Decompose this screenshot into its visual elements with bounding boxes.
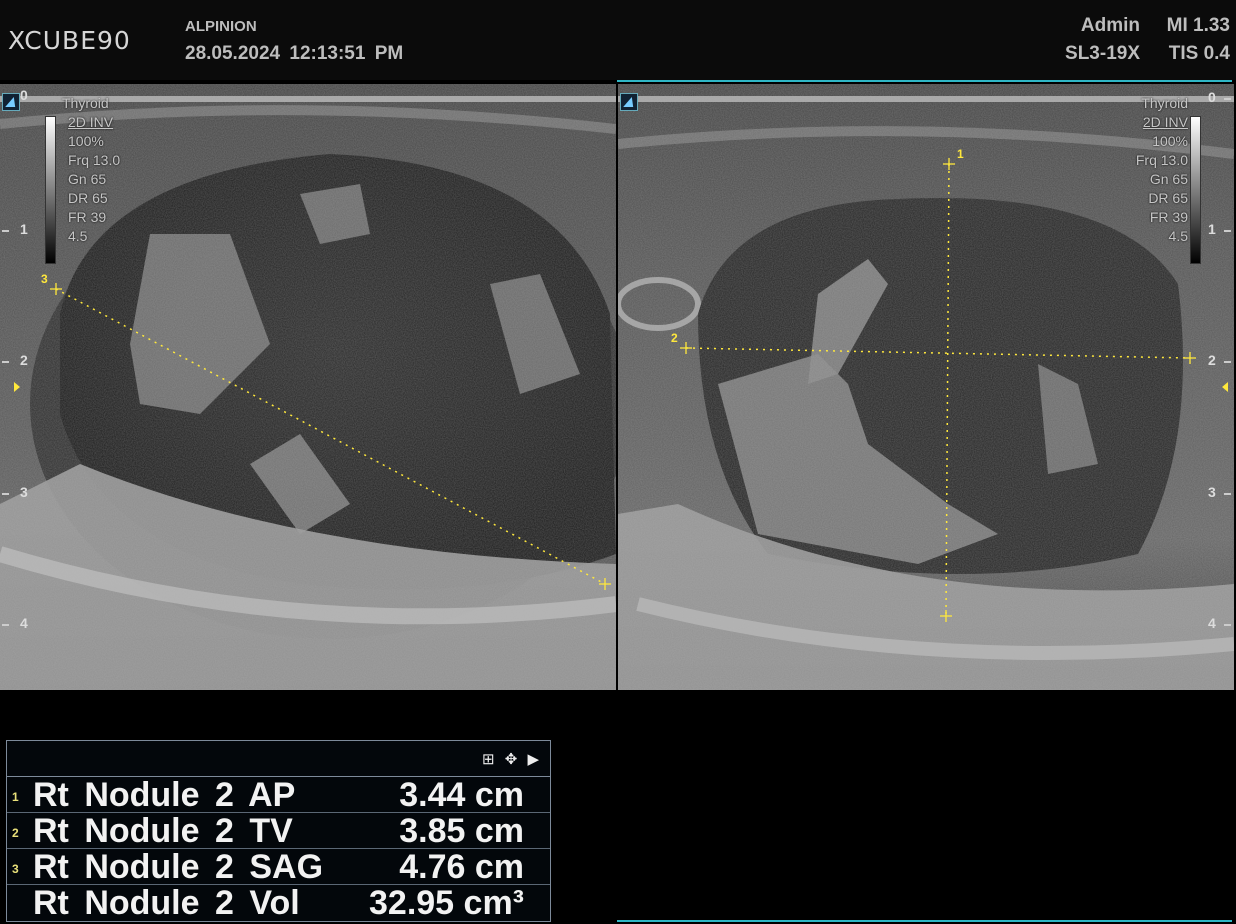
frequency-label: Frq 13.0 — [1135, 152, 1188, 168]
depth-tick — [2, 493, 9, 495]
measurement-value: 32.95 cm³ — [369, 884, 524, 922]
measurement-name: Rt Nodule 2 TV — [33, 812, 293, 850]
measurement-row: 2 Rt Nodule 2 TV 3.85 cm — [7, 813, 550, 849]
exam-datetime: 28.05.2024 12:13:51 PM — [185, 43, 404, 64]
depth-tick — [2, 361, 9, 363]
mode-label: 2D INV — [1142, 114, 1188, 130]
gain-value: 65 — [90, 171, 107, 187]
depth-tick — [1224, 230, 1231, 232]
status-header: XCUBE90 ALPINION 28.05.2024 12:13:51 PM … — [0, 0, 1236, 80]
depth-scale-label: 3 — [1208, 484, 1216, 500]
preset-label: Thyroid — [62, 95, 109, 111]
measurement-row: 3 Rt Nodule 2 SAG 4.76 cm — [7, 849, 550, 885]
active-panel-indicator — [617, 920, 1232, 922]
caliper-number: 1 — [957, 147, 964, 161]
depth-scale-label: 1 — [20, 221, 28, 237]
frame-rate-label: FR 39 — [1149, 209, 1188, 225]
operator-name: Admin — [1080, 15, 1140, 36]
measurement-index: 2 — [12, 826, 19, 840]
left-ultrasound-image[interactable]: Thyroid 2D INV 100% Frq 13.0 Gn 65 DR 65… — [0, 84, 616, 690]
imaging-parameters: Thyroid 2D INV 100% Frq 13.0 Gn 65 DR 65… — [1136, 94, 1188, 246]
orientation-marker-icon — [620, 93, 638, 111]
depth-label: 4.5 — [1168, 228, 1188, 244]
dynamic-range-label: DR 65 — [1148, 190, 1188, 206]
depth-scale-label: 1 — [1208, 221, 1216, 237]
measurement-name: Rt Nodule 2 AP — [33, 776, 296, 814]
mechanical-index: MI 1.33 — [1166, 15, 1230, 36]
panel-controls-icon[interactable]: ⊞ ✥ ▶ — [482, 750, 542, 768]
depth-tick — [1224, 361, 1231, 363]
gain-label: Gn 65 — [1149, 171, 1188, 187]
grayscale-bar — [45, 116, 56, 264]
depth-scale-label: 0 — [1208, 89, 1216, 105]
measurement-row: 1 Rt Nodule 2 AP 3.44 cm — [7, 777, 550, 813]
depth-scale-label: 0 — [20, 87, 28, 103]
depth-tick — [2, 624, 9, 626]
gain-label: Gn — [68, 171, 87, 187]
measurement-name: Rt Nodule 2 SAG — [33, 848, 324, 886]
depth-tick — [2, 230, 9, 232]
measurement-value: 3.44 cm — [399, 776, 524, 814]
active-panel-indicator — [617, 80, 1232, 82]
institution-name: ALPINION — [185, 18, 257, 35]
depth-tick — [1224, 493, 1231, 495]
measurement-panel-header: ⊞ ✥ ▶ — [7, 741, 550, 777]
power-label: 100% — [68, 133, 104, 149]
imaging-parameters: Thyroid 2D INV 100% Frq 13.0 Gn 65 DR 65… — [62, 94, 120, 246]
dynamic-range-value: 65 — [92, 190, 108, 206]
depth-scale-label: 4 — [1208, 615, 1216, 631]
right-ultrasound-image[interactable]: Thyroid 2D INV 100% Frq 13.0 Gn 65 DR 65… — [618, 84, 1234, 690]
probe-name: SL3-19X — [1065, 43, 1140, 64]
grayscale-bar — [1190, 116, 1201, 264]
caliper-number: 2 — [671, 331, 678, 345]
measurement-results-panel: ⊞ ✥ ▶ 1 Rt Nodule 2 AP 3.44 cm 2 Rt Nodu… — [6, 740, 551, 922]
power-label: 100% — [1152, 133, 1188, 149]
product-logo: XCUBE90 — [8, 26, 131, 55]
caliper-number: 3 — [41, 272, 48, 286]
focus-marker-icon[interactable] — [14, 382, 20, 392]
dynamic-range-label: DR — [68, 190, 89, 206]
depth-tick — [1224, 98, 1231, 100]
thermal-index: TIS 0.4 — [1168, 43, 1230, 64]
measurement-value: 4.76 cm — [399, 848, 524, 886]
measurement-index: 1 — [12, 790, 19, 804]
orientation-marker-icon — [2, 93, 20, 111]
depth-scale-label: 4 — [20, 615, 28, 631]
measurement-index: 3 — [12, 862, 19, 876]
measurement-value: 3.85 cm — [399, 812, 524, 850]
depth-scale-label: 2 — [20, 352, 28, 368]
measurement-row: Rt Nodule 2 Vol 32.95 cm³ — [7, 885, 550, 921]
mode-label: 2D INV — [68, 114, 114, 130]
measurement-name: Rt Nodule 2 Vol — [33, 884, 300, 922]
depth-tick — [1224, 624, 1231, 626]
depth-scale-label: 2 — [1208, 352, 1216, 368]
frame-rate-value: 39 — [90, 209, 107, 225]
frequency-label: Frq 13.0 — [68, 152, 121, 168]
frame-rate-label: FR — [68, 209, 87, 225]
focus-marker-icon[interactable] — [1222, 382, 1228, 392]
depth-scale-label: 3 — [20, 484, 28, 500]
preset-label: Thyroid — [1141, 95, 1188, 111]
depth-label: 4.5 — [68, 228, 88, 244]
